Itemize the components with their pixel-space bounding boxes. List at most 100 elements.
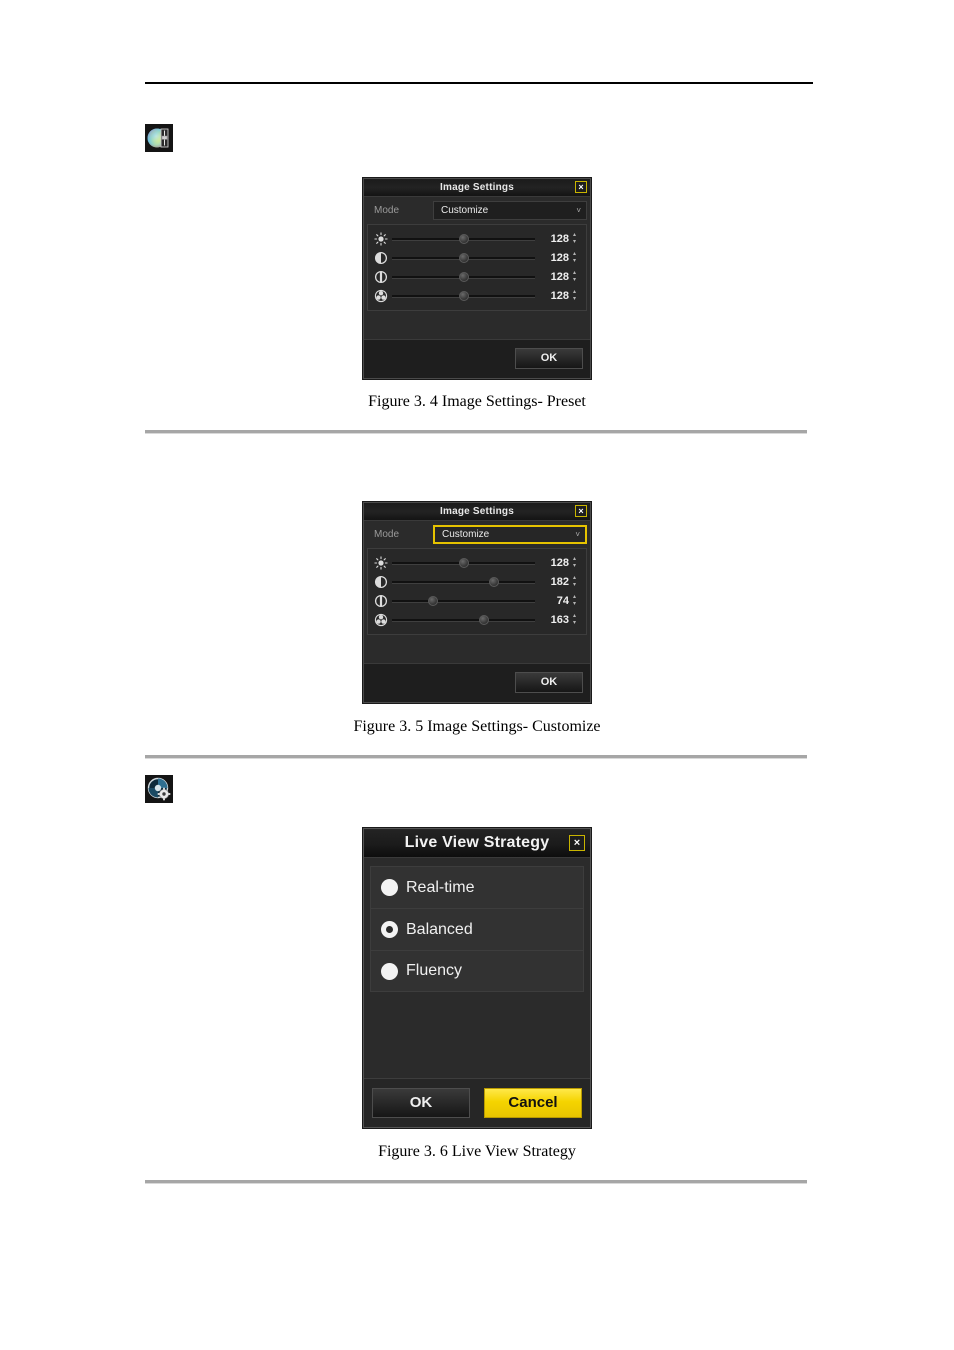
slider-thumb[interactable] bbox=[458, 271, 469, 282]
hue-icon bbox=[374, 613, 388, 627]
slider-row-saturation: 74 ▴ ▾ bbox=[368, 591, 586, 610]
chevron-down-icon: ˅ bbox=[575, 529, 580, 539]
live-view-strategy-dialog: Live View Strategy × Real-time Balanced Fl… bbox=[363, 828, 591, 1128]
dialog-title: Image Settings bbox=[440, 506, 514, 517]
slider-value: 74 bbox=[556, 594, 569, 607]
slider-track[interactable] bbox=[392, 232, 535, 246]
mode-row: Mode Customize ˅ bbox=[367, 523, 587, 545]
slider-track-line bbox=[392, 618, 535, 622]
close-icon[interactable]: × bbox=[575, 505, 587, 517]
radio-option-real-time[interactable]: Real-time bbox=[370, 866, 584, 908]
figure-caption-3-4: Figure 3. 4 Image Settings- Preset bbox=[368, 393, 586, 410]
section-separator-1 bbox=[145, 430, 807, 434]
brightness-icon bbox=[374, 555, 388, 570]
slider-thumb[interactable] bbox=[458, 557, 469, 568]
slider-track-line bbox=[392, 599, 535, 603]
spinner-stepper-icon[interactable]: ▴ ▾ bbox=[569, 270, 580, 284]
mode-dropdown[interactable]: Customize ˅ bbox=[433, 200, 587, 220]
slider-value: 128 bbox=[550, 270, 569, 283]
spinner-stepper-icon[interactable]: ▴ ▾ bbox=[569, 289, 580, 303]
slider-track[interactable] bbox=[392, 270, 535, 284]
spinner-stepper-icon[interactable]: ▴ ▾ bbox=[569, 594, 580, 608]
slider-row-contrast: 182 ▴ ▾ bbox=[368, 572, 586, 591]
close-icon[interactable]: × bbox=[575, 181, 587, 193]
figure-caption-3-6: Figure 3. 6 Live View Strategy bbox=[378, 1143, 576, 1160]
image-slider-panel: 128 ▴ ▾ 128 ▴ ▾ 128 ▴ ▾ 128 ▴ ▾ bbox=[367, 224, 587, 311]
slider-track[interactable] bbox=[392, 613, 535, 627]
saturation-icon bbox=[374, 594, 388, 608]
dialog-title: Image Settings bbox=[440, 182, 514, 193]
dialog-titlebar: Image Settings × bbox=[364, 179, 590, 197]
slider-value: 128 bbox=[550, 251, 569, 264]
strategy-option-list: Real-time Balanced Fluency bbox=[370, 866, 584, 992]
slider-value: 128 bbox=[550, 556, 569, 569]
figure-caption-3-5: Figure 3. 5 Image Settings- Customize bbox=[353, 718, 601, 735]
slider-value: 128 bbox=[550, 289, 569, 302]
slider-thumb[interactable] bbox=[488, 576, 499, 587]
spinner-stepper-icon[interactable]: ▴ ▾ bbox=[569, 575, 580, 589]
close-icon[interactable]: × bbox=[569, 835, 585, 851]
image-settings-preset-dialog: Image Settings × Mode Customize ˅ 128 ▴ ▾ 1… bbox=[363, 178, 591, 379]
slider-row-brightness: 128 ▴ ▾ bbox=[368, 553, 586, 572]
ok-button[interactable]: OK bbox=[372, 1088, 470, 1118]
slider-row-contrast: 128 ▴ ▾ bbox=[368, 248, 586, 267]
mode-dropdown-value: Customize bbox=[441, 204, 489, 216]
mode-dropdown-value: Customize bbox=[442, 528, 490, 540]
contrast-icon bbox=[374, 251, 388, 265]
dialog-title: Live View Strategy bbox=[404, 834, 550, 851]
slider-thumb[interactable] bbox=[458, 290, 469, 301]
section-separator-2 bbox=[145, 755, 807, 759]
radio-option-balanced[interactable]: Balanced bbox=[370, 908, 584, 950]
radio-option-label: Real-time bbox=[406, 878, 475, 896]
mode-label: Mode bbox=[374, 204, 400, 216]
saturation-icon bbox=[374, 270, 388, 284]
slider-row-hue: 163 ▴ ▾ bbox=[368, 610, 586, 629]
page-top-rule bbox=[145, 82, 813, 84]
spinner-stepper-icon[interactable]: ▴ ▾ bbox=[569, 232, 580, 246]
color-wheel-slider-icon bbox=[145, 124, 173, 152]
dialog-titlebar: Live View Strategy × bbox=[364, 829, 590, 858]
radio-option-label: Balanced bbox=[406, 920, 473, 938]
ok-button[interactable]: OK bbox=[515, 672, 583, 693]
brightness-icon bbox=[374, 231, 388, 246]
slider-track-line bbox=[392, 580, 535, 584]
radio-option-fluency[interactable]: Fluency bbox=[370, 950, 584, 992]
slider-track[interactable] bbox=[392, 251, 535, 265]
spinner-stepper-icon[interactable]: ▴ ▾ bbox=[569, 251, 580, 265]
radio-button-icon[interactable] bbox=[381, 921, 398, 938]
cancel-button[interactable]: Cancel bbox=[484, 1088, 582, 1118]
dialog-titlebar: Image Settings × bbox=[364, 503, 590, 521]
slider-row-hue: 128 ▴ ▾ bbox=[368, 286, 586, 305]
image-slider-panel: 128 ▴ ▾ 182 ▴ ▾ 74 ▴ ▾ 163 ▴ ▾ bbox=[367, 548, 587, 635]
radio-option-label: Fluency bbox=[406, 962, 463, 979]
slider-track[interactable] bbox=[392, 556, 535, 570]
slider-thumb[interactable] bbox=[478, 614, 489, 625]
image-settings-customize-dialog: Image Settings × Mode Customize ˅ 128 ▴ ▾ 1… bbox=[363, 502, 591, 703]
spinner-stepper-icon[interactable]: ▴ ▾ bbox=[569, 613, 580, 627]
section-separator-3 bbox=[145, 1180, 807, 1184]
hue-icon bbox=[374, 289, 388, 303]
radio-button-icon[interactable] bbox=[381, 879, 398, 896]
slider-value: 128 bbox=[550, 232, 569, 245]
slider-row-brightness: 128 ▴ ▾ bbox=[368, 229, 586, 248]
mode-dropdown[interactable]: Customize ˅ bbox=[433, 524, 587, 544]
slider-thumb[interactable] bbox=[458, 252, 469, 263]
dialog-footer: OK Cancel bbox=[364, 1078, 590, 1127]
slider-track[interactable] bbox=[392, 594, 535, 608]
radio-button-icon[interactable] bbox=[381, 962, 398, 980]
slider-value: 163 bbox=[550, 613, 569, 626]
slider-track[interactable] bbox=[392, 575, 535, 589]
spinner-stepper-icon[interactable]: ▴ ▾ bbox=[569, 556, 580, 570]
ok-button[interactable]: OK bbox=[515, 348, 583, 369]
slider-track[interactable] bbox=[392, 289, 535, 303]
slider-value: 182 bbox=[550, 575, 569, 588]
contrast-icon bbox=[374, 575, 388, 589]
mode-row: Mode Customize ˅ bbox=[367, 199, 587, 221]
mode-label: Mode bbox=[374, 528, 400, 540]
slider-row-saturation: 128 ▴ ▾ bbox=[368, 267, 586, 286]
dialog-footer: OK bbox=[364, 663, 590, 702]
aperture-gear-icon bbox=[145, 775, 173, 803]
chevron-down-icon: ˅ bbox=[576, 205, 581, 215]
slider-thumb[interactable] bbox=[428, 595, 439, 606]
slider-thumb[interactable] bbox=[458, 233, 469, 244]
